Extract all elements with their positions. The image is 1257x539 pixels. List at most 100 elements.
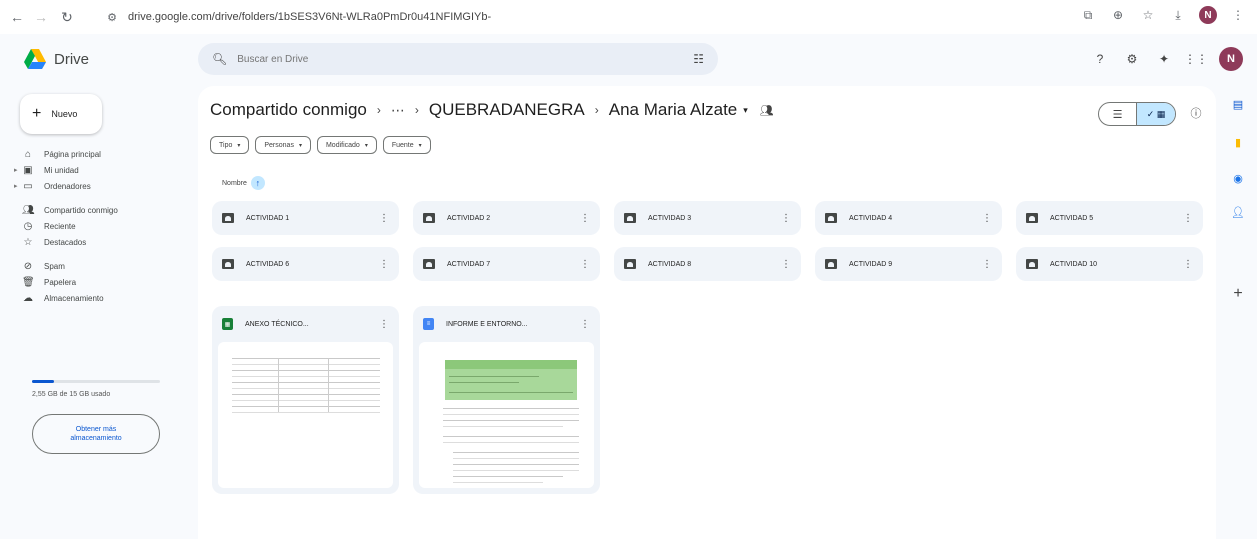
shared-folder-icon: [423, 213, 435, 223]
chip-label: Fuente: [391, 141, 414, 149]
filter-people-chip[interactable]: Personas ▾: [255, 136, 311, 154]
info-icon[interactable]: ⓘ: [1188, 105, 1204, 121]
breadcrumb-ellipsis[interactable]: ⋯: [391, 102, 405, 119]
storage-usage-text: 2,55 GB de 15 GB usado: [32, 391, 111, 398]
dropdown-icon: ▾: [418, 142, 422, 149]
search-bar[interactable]: 🔍︎ ☷: [198, 43, 718, 75]
install-app-icon[interactable]: ⧉: [1079, 6, 1097, 24]
more-actions-icon[interactable]: ⋮: [580, 213, 590, 224]
breadcrumb-quebradanegra[interactable]: QUEBRADANEGRA: [429, 100, 585, 120]
dropdown-icon: ▾: [298, 142, 302, 149]
folder-name: ACTIVIDAD 10: [1050, 260, 1098, 268]
more-actions-icon[interactable]: ⋮: [379, 213, 389, 224]
browser-actions: ⧉ ⊕ ☆ ⤓ N ⋮: [1079, 6, 1247, 24]
search-input[interactable]: [237, 53, 694, 65]
sidebar-item-home[interactable]: ⌂ Página principal: [0, 146, 200, 162]
shared-icon: 👥︎: [22, 204, 35, 216]
tasks-icon[interactable]: ◉: [1230, 170, 1246, 186]
list-view-button[interactable]: ☰: [1099, 103, 1137, 125]
folder-card[interactable]: ACTIVIDAD 3 ⋮: [614, 201, 801, 235]
forward-icon[interactable]: →: [30, 6, 52, 28]
folder-card[interactable]: ACTIVIDAD 10 ⋮: [1016, 247, 1203, 281]
browser-toolbar: ← → ↻ ⚙ drive.google.com/drive/folders/1…: [0, 0, 1257, 34]
breadcrumb-current[interactable]: Ana Maria Alzate ▾: [609, 100, 748, 120]
expand-arrow-icon[interactable]: ▸: [14, 166, 18, 174]
reload-icon[interactable]: ↻: [56, 6, 78, 28]
sidebar-item-starred[interactable]: ☆ Destacados: [0, 234, 200, 250]
sidebar-item-storage[interactable]: ☁ Almacenamiento: [0, 290, 200, 306]
file-card[interactable]: ▦ ANEXO TÉCNICO... ⋮: [212, 306, 399, 494]
more-actions-icon[interactable]: ⋮: [1183, 259, 1193, 270]
filter-type-chip[interactable]: Tipo ▾: [210, 136, 250, 154]
shared-folder-icon: [423, 259, 435, 269]
apps-grid-icon[interactable]: ⋮⋮: [1184, 50, 1208, 68]
sidebar-item-computers[interactable]: ▸ ▭ Ordenadores: [0, 178, 200, 194]
more-actions-icon[interactable]: ⋮: [982, 259, 992, 270]
sidebar-item-spam[interactable]: ⊘ Spam: [0, 258, 200, 274]
bookmark-star-icon[interactable]: ☆: [1139, 6, 1157, 24]
trash-icon: 🗑︎: [22, 276, 35, 288]
folder-name: ACTIVIDAD 3: [648, 214, 692, 222]
folder-grid: ACTIVIDAD 1 ⋮ ACTIVIDAD 2 ⋮ ACTIVIDAD 3 ⋮ A…: [212, 201, 1203, 281]
drive-logo[interactable]: Drive: [24, 49, 89, 69]
add-addon-icon[interactable]: +: [1230, 285, 1246, 302]
sort-ascending-icon[interactable]: ↑: [250, 176, 265, 190]
filter-modified-chip[interactable]: Modificado ▾: [316, 136, 377, 154]
get-more-storage-button[interactable]: Obtener más almacenamiento: [32, 414, 160, 454]
more-actions-icon[interactable]: ⋮: [781, 213, 791, 224]
more-actions-icon[interactable]: ⋮: [580, 259, 590, 270]
folder-card[interactable]: ACTIVIDAD 8 ⋮: [614, 247, 801, 281]
search-options-icon[interactable]: ☷: [693, 52, 704, 66]
sidebar-item-trash[interactable]: 🗑︎ Papelera: [0, 274, 200, 290]
new-button[interactable]: + Nuevo: [20, 94, 102, 134]
download-icon[interactable]: ⤓: [1169, 6, 1187, 24]
folder-card[interactable]: ACTIVIDAD 4 ⋮: [815, 201, 1002, 235]
account-avatar[interactable]: N: [1219, 47, 1243, 71]
sidebar-item-recent[interactable]: ◷ Reciente: [0, 218, 200, 234]
contacts-icon[interactable]: 👤︎: [1230, 204, 1246, 220]
drive-logo-icon: [24, 49, 46, 69]
sort-control[interactable]: Nombre ↑: [222, 176, 265, 190]
expand-arrow-icon[interactable]: ▸: [14, 182, 18, 190]
more-actions-icon[interactable]: ⋮: [1183, 213, 1193, 224]
storage-meter-fill: [32, 380, 54, 383]
sidebar-item-label: Reciente: [44, 221, 76, 231]
folder-card[interactable]: ACTIVIDAD 5 ⋮: [1016, 201, 1203, 235]
calendar-icon[interactable]: ▤: [1230, 96, 1246, 112]
back-icon[interactable]: ←: [6, 6, 28, 28]
breadcrumb: Compartido conmigo › ⋯ › QUEBRADANEGRA ›…: [210, 100, 774, 120]
more-actions-icon[interactable]: ⋮: [379, 259, 389, 270]
keep-icon[interactable]: ▮: [1230, 134, 1246, 150]
sidebar-item-label: Destacados: [44, 237, 87, 247]
dropdown-icon: ▾: [364, 142, 368, 149]
settings-icon[interactable]: ⚙: [1123, 50, 1141, 68]
more-actions-icon[interactable]: ⋮: [379, 319, 389, 330]
sidebar-item-label: Ordenadores: [44, 181, 91, 191]
folder-card[interactable]: ACTIVIDAD 6 ⋮: [212, 247, 399, 281]
shared-folder-icon: [222, 259, 234, 269]
more-actions-icon[interactable]: ⋮: [580, 319, 590, 330]
site-info-icon[interactable]: ⚙: [104, 9, 120, 25]
browser-menu-icon[interactable]: ⋮: [1229, 6, 1247, 24]
filter-source-chip[interactable]: Fuente ▾: [382, 136, 431, 154]
more-actions-icon[interactable]: ⋮: [781, 259, 791, 270]
search-icon[interactable]: 🔍︎: [212, 52, 227, 66]
browser-profile-avatar[interactable]: N: [1199, 6, 1217, 24]
zoom-icon[interactable]: ⊕: [1109, 6, 1127, 24]
folder-card[interactable]: ACTIVIDAD 1 ⋮: [212, 201, 399, 235]
address-bar[interactable]: ⚙ drive.google.com/drive/folders/1bSES3V…: [104, 5, 1054, 29]
grid-view-button[interactable]: ✓ ▦: [1137, 103, 1175, 125]
folder-card[interactable]: ACTIVIDAD 2 ⋮: [413, 201, 600, 235]
help-icon[interactable]: ?: [1091, 50, 1109, 68]
computers-icon: ▭: [23, 180, 33, 192]
sidebar-item-shared[interactable]: 👥︎ Compartido conmigo: [0, 202, 200, 218]
breadcrumb-shared[interactable]: Compartido conmigo: [210, 100, 367, 120]
file-card[interactable]: ≡ INFORME E ENTORNO... ⋮: [413, 306, 600, 494]
more-actions-icon[interactable]: ⋮: [982, 213, 992, 224]
folder-card[interactable]: ACTIVIDAD 7 ⋮: [413, 247, 600, 281]
dropdown-icon: ▾: [237, 142, 241, 149]
sidebar-item-label: Almacenamiento: [44, 293, 104, 303]
gemini-icon[interactable]: ✦: [1155, 50, 1173, 68]
folder-card[interactable]: ACTIVIDAD 9 ⋮: [815, 247, 1002, 281]
sidebar-item-my-drive[interactable]: ▸ ▣ Mi unidad: [0, 162, 200, 178]
